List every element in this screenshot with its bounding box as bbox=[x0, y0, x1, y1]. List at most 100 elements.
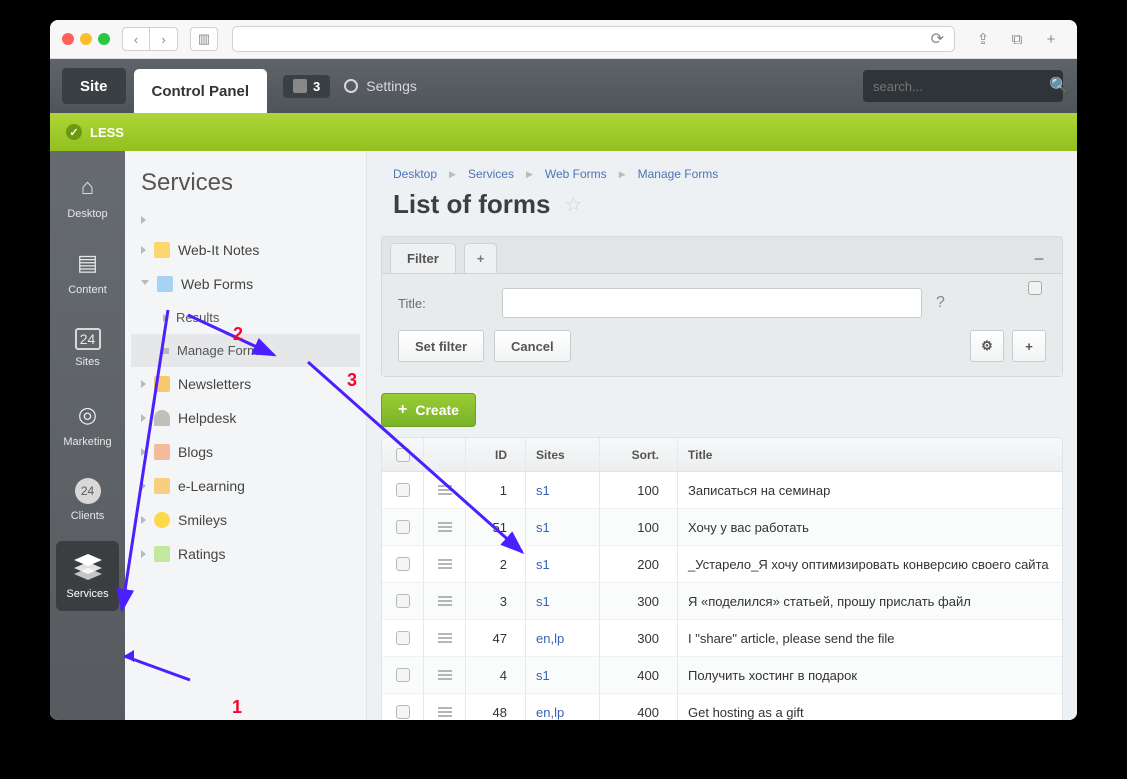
add-filter-tab[interactable]: + bbox=[464, 243, 498, 273]
rail-desktop[interactable]: ⌂Desktop bbox=[56, 161, 119, 231]
cell-sites[interactable]: en,lp bbox=[536, 705, 564, 720]
new-tab-icon[interactable]: + bbox=[1037, 27, 1065, 51]
table-row[interactable]: 51s1100Хочу у вас работать bbox=[382, 509, 1062, 546]
page-title: List of forms bbox=[393, 189, 550, 220]
rail-content[interactable]: ▤Content bbox=[56, 237, 119, 307]
tree-label: Smileys bbox=[178, 512, 227, 528]
tree-item-blogs[interactable]: Blogs bbox=[131, 435, 360, 469]
favorite-star-icon[interactable]: ☆ bbox=[564, 192, 582, 217]
zoom-window-icon[interactable] bbox=[98, 33, 110, 45]
filter-add-button[interactable]: + bbox=[1012, 330, 1046, 362]
col-title[interactable]: Title bbox=[678, 438, 1062, 471]
table-row[interactable]: 47en,lp300I "share" article, please send… bbox=[382, 620, 1062, 657]
crumb-manage[interactable]: Manage Forms bbox=[638, 167, 719, 181]
drag-handle-icon[interactable] bbox=[438, 485, 452, 495]
filter-tab[interactable]: Filter bbox=[390, 243, 456, 273]
sidebar-toggle-icon[interactable]: ▥ bbox=[190, 27, 218, 51]
annotation-2: 2 bbox=[233, 324, 243, 345]
settings-link[interactable]: Settings bbox=[344, 78, 417, 94]
rail-clients[interactable]: 24Clients bbox=[56, 465, 119, 535]
row-checkbox[interactable] bbox=[396, 705, 410, 719]
filter-checkbox[interactable] bbox=[1028, 281, 1042, 295]
search-input[interactable] bbox=[873, 79, 1049, 94]
tree-collapse[interactable] bbox=[131, 207, 360, 233]
cancel-filter-button[interactable]: Cancel bbox=[494, 330, 571, 362]
cell-sites[interactable]: s1 bbox=[536, 520, 550, 535]
notifications-badge[interactable]: 3 bbox=[283, 75, 330, 98]
tree-item-elearning[interactable]: e-Learning bbox=[131, 469, 360, 503]
col-sort[interactable]: Sort. bbox=[600, 438, 678, 471]
tree-item-newsletters[interactable]: Newsletters bbox=[131, 367, 360, 401]
cell-sites[interactable]: s1 bbox=[536, 483, 550, 498]
filter-settings-button[interactable]: ⚙ bbox=[970, 330, 1004, 362]
table-row[interactable]: 3s1300Я «поделился» статьей, прошу присл… bbox=[382, 583, 1062, 620]
tree-item-manage-forms[interactable]: Manage Forms bbox=[131, 334, 360, 367]
filter-panel: Filter + – Title: ? Set filter Cancel bbox=[381, 236, 1063, 377]
cell-id: 3 bbox=[466, 583, 526, 619]
drag-handle-icon[interactable] bbox=[438, 596, 452, 606]
cell-sites[interactable]: s1 bbox=[536, 668, 550, 683]
cell-sites[interactable]: s1 bbox=[536, 557, 550, 572]
tree-item-webforms[interactable]: Web Forms bbox=[131, 267, 360, 301]
select-all-checkbox[interactable] bbox=[396, 448, 410, 462]
table-row[interactable]: 2s1200_Устарело_Я хочу оптимизировать ко… bbox=[382, 546, 1062, 583]
col-id[interactable]: ID bbox=[466, 438, 526, 471]
row-checkbox[interactable] bbox=[396, 668, 410, 682]
tree-item-notes[interactable]: Web-It Notes bbox=[131, 233, 360, 267]
row-checkbox[interactable] bbox=[396, 557, 410, 571]
site-tab[interactable]: Site bbox=[62, 68, 126, 104]
back-button[interactable]: ‹ bbox=[122, 27, 150, 51]
top-search[interactable]: 🔍 bbox=[863, 70, 1063, 102]
tree-item-smileys[interactable]: Smileys bbox=[131, 503, 360, 537]
close-window-icon[interactable] bbox=[62, 33, 74, 45]
table-row[interactable]: 4s1400Получить хостинг в подарок bbox=[382, 657, 1062, 694]
collapse-filter-icon[interactable]: – bbox=[1034, 253, 1044, 263]
gear-icon: ⚙ bbox=[981, 338, 993, 354]
rail-marketing[interactable]: ◎Marketing bbox=[56, 389, 119, 459]
rail-services[interactable]: Services bbox=[56, 541, 119, 611]
table-row[interactable]: 1s1100Записаться на семинар bbox=[382, 472, 1062, 509]
row-checkbox[interactable] bbox=[396, 594, 410, 608]
tree-item-ratings[interactable]: Ratings bbox=[131, 537, 360, 571]
control-panel-tab[interactable]: Control Panel bbox=[134, 69, 268, 113]
newsletter-icon bbox=[154, 376, 170, 392]
crumb-services[interactable]: Services bbox=[468, 167, 514, 181]
main-content: Desktop▶ Services▶ Web Forms▶ Manage For… bbox=[367, 151, 1077, 720]
tabs-icon[interactable]: ⧉ bbox=[1003, 27, 1031, 51]
row-checkbox[interactable] bbox=[396, 483, 410, 497]
table-row[interactable]: 48en,lp400Get hosting as a gift bbox=[382, 694, 1062, 720]
row-checkbox[interactable] bbox=[396, 520, 410, 534]
tree-item-results[interactable]: Results bbox=[131, 301, 360, 334]
crumb-desktop[interactable]: Desktop bbox=[393, 167, 437, 181]
cell-sites[interactable]: en,lp bbox=[536, 631, 564, 646]
minimize-window-icon[interactable] bbox=[80, 33, 92, 45]
set-filter-button[interactable]: Set filter bbox=[398, 330, 484, 362]
forward-button[interactable]: › bbox=[150, 27, 178, 51]
row-checkbox[interactable] bbox=[396, 631, 410, 645]
cell-title: Получить хостинг в подарок bbox=[678, 657, 1062, 693]
help-icon[interactable]: ? bbox=[936, 294, 945, 312]
cell-sort: 200 bbox=[600, 546, 678, 582]
drag-handle-icon[interactable] bbox=[438, 559, 452, 569]
tree-item-helpdesk[interactable]: Helpdesk bbox=[131, 401, 360, 435]
address-bar[interactable]: ⟳ bbox=[232, 26, 955, 52]
reload-icon[interactable]: ⟳ bbox=[931, 29, 944, 49]
drag-handle-icon[interactable] bbox=[438, 670, 452, 680]
rail-label: Clients bbox=[71, 510, 105, 522]
filter-title-input[interactable] bbox=[502, 288, 922, 318]
badge-count: 3 bbox=[313, 79, 320, 94]
cell-id: 48 bbox=[466, 694, 526, 720]
share-icon[interactable]: ⇪ bbox=[969, 27, 997, 51]
cell-sites[interactable]: s1 bbox=[536, 594, 550, 609]
rail-sites[interactable]: 24Sites bbox=[56, 313, 119, 383]
create-button[interactable]: +Create bbox=[381, 393, 476, 427]
tree-label: Newsletters bbox=[178, 376, 251, 392]
crumb-webforms[interactable]: Web Forms bbox=[545, 167, 607, 181]
target-icon: ◎ bbox=[73, 400, 103, 430]
drag-handle-icon[interactable] bbox=[438, 707, 452, 717]
search-icon[interactable]: 🔍 bbox=[1049, 76, 1069, 96]
drag-handle-icon[interactable] bbox=[438, 522, 452, 532]
drag-handle-icon[interactable] bbox=[438, 633, 452, 643]
col-sites[interactable]: Sites bbox=[526, 438, 600, 471]
tree-label: Web Forms bbox=[181, 276, 253, 292]
